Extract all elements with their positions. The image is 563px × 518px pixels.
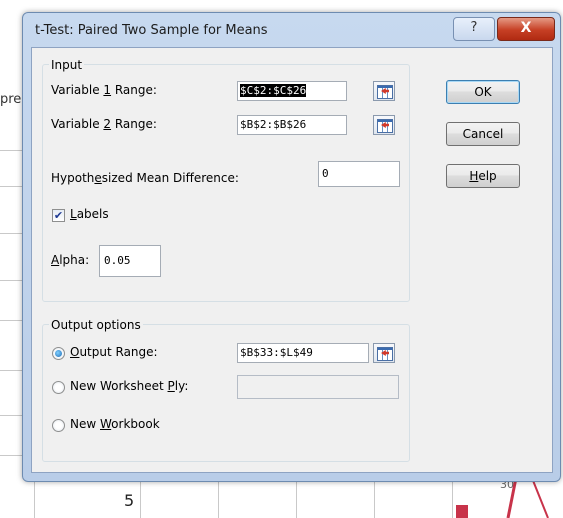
close-icon[interactable]: X bbox=[497, 17, 555, 41]
input-group-legend: Input bbox=[49, 58, 85, 72]
alpha-input[interactable]: 0.05 bbox=[99, 245, 161, 277]
new-worksheet-ply-input[interactable] bbox=[237, 375, 399, 399]
sheet-gridline bbox=[0, 455, 22, 456]
sheet-gridline bbox=[296, 478, 297, 518]
new-worksheet-ply-radio[interactable] bbox=[52, 381, 65, 394]
output-options-legend: Output options bbox=[49, 318, 143, 332]
new-workbook-radio[interactable] bbox=[52, 419, 65, 432]
variable-1-range-label: Variable 1 Range: bbox=[51, 83, 157, 97]
dialog-title: t-Test: Paired Two Sample for Means bbox=[35, 23, 268, 38]
labels-checkbox[interactable]: ✔ bbox=[52, 209, 65, 222]
sheet-gridline bbox=[218, 478, 219, 518]
output-range-label: Output Range: bbox=[70, 345, 158, 359]
collapse-dialog-icon[interactable] bbox=[373, 81, 395, 101]
output-range-input[interactable]: $B$33:$L$49 bbox=[237, 343, 369, 363]
output-range-radio[interactable] bbox=[52, 347, 65, 360]
sheet-gridline bbox=[374, 478, 375, 518]
variable-2-range-input[interactable]: $B$2:$B$26 bbox=[237, 115, 347, 135]
sheet-gridline bbox=[0, 320, 22, 321]
hypothesized-mean-difference-input[interactable]: 0 bbox=[318, 161, 400, 187]
ok-button[interactable]: OK bbox=[446, 80, 520, 104]
chart-marker bbox=[456, 505, 468, 518]
sheet-gridline bbox=[0, 186, 22, 187]
hypothesized-mean-difference-label: Hypothesized Mean Difference: bbox=[51, 171, 239, 185]
cancel-button[interactable]: Cancel bbox=[446, 122, 520, 146]
input-group: Input Variable 1 Range: $C$2:$C$26 Varia… bbox=[42, 58, 410, 302]
sheet-gridline bbox=[34, 478, 35, 518]
sheet-gridline bbox=[140, 478, 141, 518]
sheet-gridline bbox=[0, 150, 22, 151]
ttest-dialog: t-Test: Paired Two Sample for Means ? X … bbox=[22, 12, 561, 482]
variable-2-range-label: Variable 2 Range: bbox=[51, 117, 157, 131]
help-button[interactable]: Help bbox=[446, 164, 520, 188]
help-icon[interactable]: ? bbox=[453, 17, 495, 41]
dialog-titlebar[interactable]: t-Test: Paired Two Sample for Means ? X bbox=[23, 13, 560, 47]
collapse-dialog-icon[interactable] bbox=[373, 343, 395, 363]
variable-1-range-input[interactable]: $C$2:$C$26 bbox=[237, 81, 347, 101]
sheet-gridline bbox=[0, 233, 22, 234]
sheet-gridline bbox=[0, 370, 22, 371]
output-options-group: Output options Output Range: $B$33:$L$49… bbox=[42, 318, 410, 462]
new-worksheet-ply-label: New Worksheet Ply: bbox=[70, 379, 189, 393]
labels-checkbox-label: Labels bbox=[70, 207, 109, 221]
sheet-bottom-row bbox=[0, 478, 563, 518]
new-workbook-label: New Workbook bbox=[70, 417, 160, 431]
sheet-cell-text: pre bbox=[0, 92, 22, 107]
sheet-cell-value: 5 bbox=[124, 491, 135, 510]
sheet-gridline bbox=[0, 280, 22, 281]
collapse-dialog-icon[interactable] bbox=[373, 115, 395, 135]
sheet-gridline bbox=[0, 415, 22, 416]
sheet-gridline bbox=[452, 478, 453, 518]
alpha-label: Alpha: bbox=[51, 253, 90, 267]
dialog-body: Input Variable 1 Range: $C$2:$C$26 Varia… bbox=[31, 47, 553, 473]
